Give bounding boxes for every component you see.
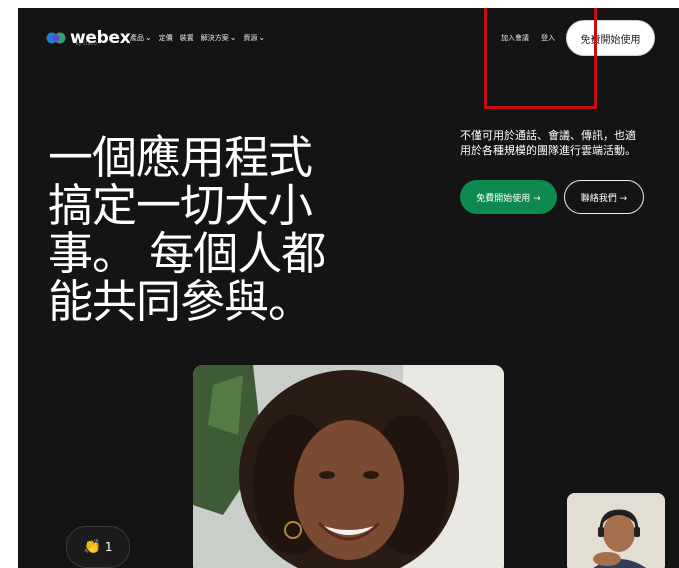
man-portrait-image [567, 493, 665, 568]
hero-title: 一個應用程式 搞定一切大小 事。 每個人都 能共同參與。 [48, 134, 438, 326]
hero-title-line: 能共同參與。 [48, 275, 313, 328]
reaction-badge[interactable]: 👏 1 [66, 526, 130, 568]
man-with-headset-photo [567, 493, 665, 568]
chevron-down-icon: ⌄ [258, 33, 266, 42]
hero-title-line: 搞定一切大小 [48, 179, 313, 232]
primary-cta-button[interactable]: 免費開始使用 → [460, 180, 557, 214]
menu-item-pricing[interactable]: 定價 [159, 33, 173, 43]
woman-portrait-image [193, 365, 504, 568]
menu-item-solutions[interactable]: 解決方案⌄ [201, 33, 237, 43]
menu-item-resources[interactable]: 資源⌄ [243, 33, 265, 43]
menu-item-products[interactable]: 產品⌄ [130, 33, 152, 43]
brand-subtitle: by CISCO [76, 41, 98, 46]
hero-title-line: 一個應用程式 [48, 131, 313, 184]
webex-logo-icon [46, 32, 66, 44]
main-menu: 產品⌄ 定價 裝置 解決方案⌄ 資源⌄ [130, 33, 265, 43]
chevron-down-icon: ⌄ [229, 33, 237, 42]
hero-subtitle-line: 不僅可用於通話、會議、傳訊，也適 [460, 129, 636, 142]
reaction-count: 1 [104, 540, 113, 554]
webex-landing-page: webex by CISCO 產品⌄ 定價 裝置 解決方案⌄ 資源⌄ 加入會議 … [18, 8, 679, 568]
menu-item-devices[interactable]: 裝置 [180, 33, 194, 43]
hero-subtitle: 不僅可用於通話、會議、傳訊，也適 用於各種規模的團隊進行雲端活動。 [460, 128, 670, 158]
chevron-down-icon: ⌄ [145, 33, 152, 42]
contact-us-button[interactable]: 聯絡我們 → [564, 180, 644, 214]
hero-subtitle-line: 用於各種規模的團隊進行雲端活動。 [460, 144, 636, 157]
highlight-box [484, 8, 597, 109]
clap-icon: 👏 [83, 539, 101, 555]
smiling-woman-photo [193, 365, 504, 568]
hero-title-line: 事。 每個人都 [48, 227, 326, 280]
